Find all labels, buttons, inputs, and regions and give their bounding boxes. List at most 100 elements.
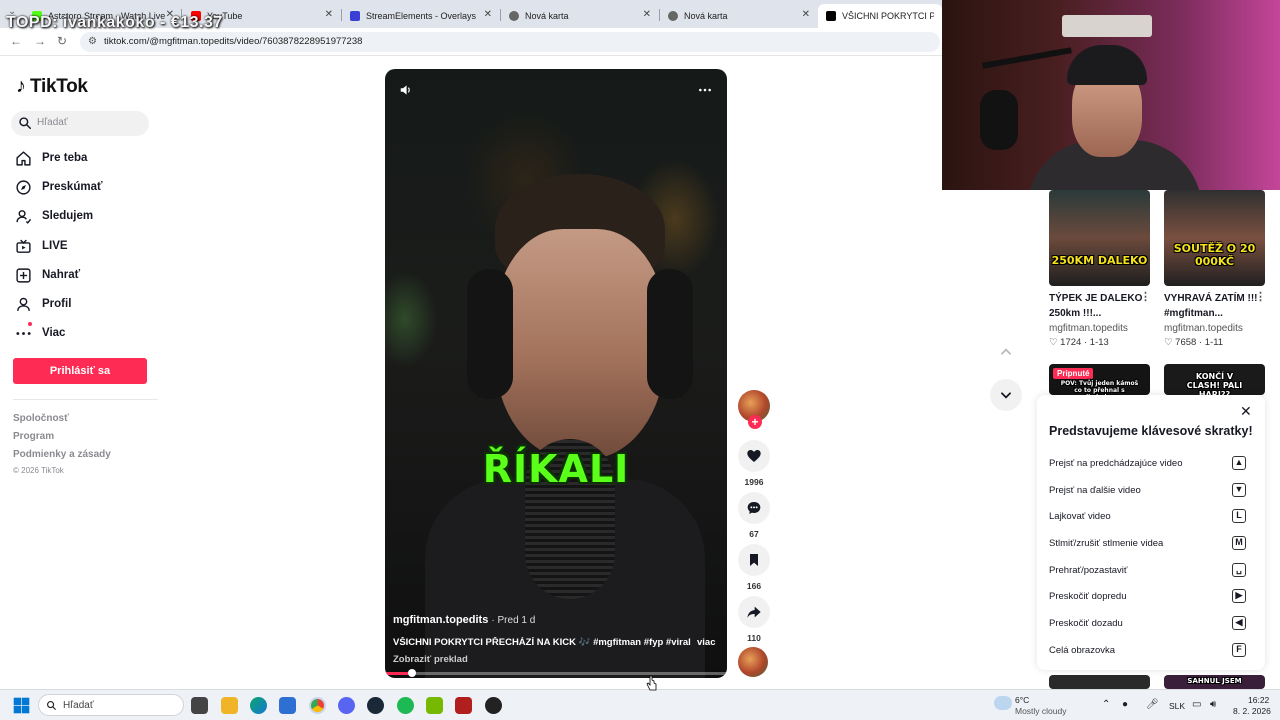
related-video-thumbnail[interactable]: 250KM DALEKO (1049, 190, 1150, 286)
sidebar-item-upload[interactable]: Nahrať (15, 265, 80, 285)
weather-description[interactable]: Mostly cloudy (1015, 706, 1067, 716)
related-video-thumbnail[interactable]: SOUTĚŽ O 20 000KČ (1164, 190, 1265, 286)
video-player[interactable]: ŘÍKALI mgfitman.topedits · Pred 1 d VŠIC… (385, 69, 727, 678)
reload-icon[interactable]: ↻ (57, 34, 67, 48)
footer-link-program[interactable]: Program (13, 431, 54, 442)
volume-icon[interactable]: 🔊︎ (1210, 699, 1216, 710)
tab-label: Nová karta (525, 11, 569, 21)
tab-close-icon[interactable]: ✕ (643, 9, 651, 20)
url-field[interactable]: ⚙ tiktok.com/@mgfitman.topedits/video/76… (80, 32, 940, 52)
thumbnail-image: Pripnuté POV: Tvůj jeden kámoš co to pře… (1049, 364, 1150, 395)
tab-close-icon[interactable]: ✕ (484, 9, 492, 20)
clock-date[interactable]: 8. 2. 2026 (1233, 706, 1271, 716)
microphone-icon[interactable]: 🎤︎ (1146, 699, 1159, 710)
volume-icon[interactable] (399, 83, 413, 97)
tray-app-icon[interactable]: ● (1122, 699, 1128, 710)
more-options-icon[interactable] (697, 83, 713, 97)
sidebar-item-for-you[interactable]: Pre teba (15, 148, 87, 168)
sidebar-item-live[interactable]: LIVE (15, 236, 68, 256)
footer-link-terms[interactable]: Podmienky a zásady (13, 449, 111, 460)
chrome-favicon-icon (668, 11, 678, 21)
discord-icon[interactable] (338, 697, 355, 714)
login-button[interactable]: Prihlásiť sa (13, 358, 147, 384)
forward-arrow-icon[interactable]: → (34, 34, 46, 48)
related-video-thumbnail[interactable] (1049, 675, 1150, 689)
upload-icon (16, 267, 31, 283)
app-icon[interactable] (455, 697, 472, 714)
related-video-title[interactable]: VYHRAVÁ ZATÍM !!! #mgfitman... (1164, 291, 1259, 321)
related-video-thumbnail[interactable]: Pripnuté POV: Tvůj jeden kámoš co to pře… (1049, 364, 1150, 395)
obs-icon[interactable] (485, 697, 502, 714)
thumbnail-caption-text: POV: Tvůj jeden kámoš co to přehnal s al… (1060, 380, 1139, 395)
sidebar-item-label: Preskúmať (42, 181, 103, 193)
related-more-icon[interactable]: ⋮ (1140, 290, 1151, 303)
video-author[interactable]: mgfitman.topedits · Pred 1 d (393, 614, 535, 626)
video-author-name[interactable]: mgfitman.topedits (393, 614, 488, 626)
browser-tab-active[interactable]: VŠICHNI POKRYTCI PŘECHÁZ (818, 4, 942, 28)
related-video-title[interactable]: TÝPEK JE DALEKO 250km !!!... (1049, 291, 1144, 321)
file-explorer-icon[interactable] (221, 697, 238, 714)
weather-temperature[interactable]: 6°C (1015, 695, 1029, 705)
video-progress-handle[interactable] (408, 669, 417, 677)
taskbar-search-input[interactable]: Hľadať (38, 694, 184, 716)
shortcut-label: Preskočiť dopredu (1049, 591, 1127, 602)
tiktok-favicon-icon (826, 11, 836, 21)
video-caption-overlay: ŘÍKALI (482, 447, 630, 491)
webcam-microphone (980, 90, 1018, 150)
like-button[interactable] (738, 440, 770, 472)
related-video-author[interactable]: mgfitman.topedits (1049, 323, 1128, 334)
next-video-button[interactable] (990, 379, 1022, 411)
browser-tab[interactable]: StreamElements - Overlays ✕ (342, 4, 498, 28)
related-video-thumbnail[interactable]: KONČÍ V CLASH! PALI HARI?? (1164, 364, 1265, 395)
compass-icon (16, 179, 31, 195)
related-more-icon[interactable]: ⋮ (1255, 290, 1266, 303)
taskbar-search-placeholder: Hľadať (63, 700, 94, 711)
weather-cloud-icon (994, 696, 1012, 710)
sidebar-item-profile[interactable]: Profil (15, 294, 71, 314)
steam-icon[interactable] (367, 697, 384, 714)
edge-icon[interactable] (250, 697, 267, 714)
follow-plus-button[interactable]: + (748, 415, 762, 429)
related-video-thumbnail[interactable]: SAHNUL JSEM (1164, 675, 1265, 689)
tray-chevron-up-icon[interactable]: ⌃ (1102, 699, 1110, 710)
network-icon[interactable]: ▭ (1192, 699, 1201, 710)
description-more-link[interactable]: viac (697, 637, 716, 648)
related-video-author[interactable]: mgfitman.topedits (1164, 323, 1243, 334)
video-posted-time: · Pred 1 d (491, 615, 536, 626)
close-icon[interactable]: ✕ (1240, 403, 1252, 420)
footer-link-company[interactable]: Spoločnosť (13, 413, 69, 424)
clock-time[interactable]: 16:22 (1248, 695, 1269, 705)
sidebar-item-explore[interactable]: Preskúmať (15, 177, 103, 197)
thumbnail-caption: KONČÍ V CLASH! PALI HARI?? (1164, 372, 1265, 395)
tab-close-icon[interactable]: ✕ (802, 9, 810, 20)
shortcut-key: ␣ (1232, 563, 1246, 577)
shortcut-label: Celá obrazovka (1049, 645, 1116, 656)
tab-close-icon[interactable]: ✕ (325, 9, 333, 20)
chrome-icon[interactable] (309, 697, 326, 714)
browser-tab[interactable]: Nová karta ✕ (501, 4, 657, 28)
nvidia-icon[interactable] (426, 697, 443, 714)
spotify-icon[interactable] (397, 697, 414, 714)
sidebar-item-more[interactable]: Viac (15, 322, 65, 343)
tiktok-logo[interactable]: ♪ TikTok (16, 75, 88, 98)
video-progress-bar[interactable] (385, 669, 727, 677)
shortcut-key: L (1232, 509, 1246, 523)
search-input[interactable]: Hľadať (11, 111, 149, 136)
previous-video-button[interactable] (990, 336, 1022, 368)
back-arrow-icon[interactable]: ← (10, 34, 22, 48)
music-disc-avatar[interactable] (738, 647, 768, 677)
heart-outline-icon: ♡ (1049, 337, 1058, 348)
share-button[interactable] (738, 596, 770, 628)
site-settings-icon[interactable]: ⚙ (88, 32, 97, 52)
keyboard-language[interactable]: SLK (1169, 701, 1185, 711)
store-icon[interactable] (279, 697, 296, 714)
browser-tab[interactable]: Nová karta ✕ (660, 4, 816, 28)
save-button[interactable] (738, 544, 770, 576)
comment-button[interactable] (738, 492, 770, 524)
show-translation-link[interactable]: Zobraziť preklad (393, 654, 468, 665)
shortcut-label: Preskočiť dozadu (1049, 618, 1123, 629)
sidebar-item-following[interactable]: Sledujem (15, 206, 93, 226)
save-count: 166 (746, 581, 762, 591)
windows-start-icon[interactable] (13, 697, 30, 714)
task-view-icon[interactable] (191, 697, 208, 714)
